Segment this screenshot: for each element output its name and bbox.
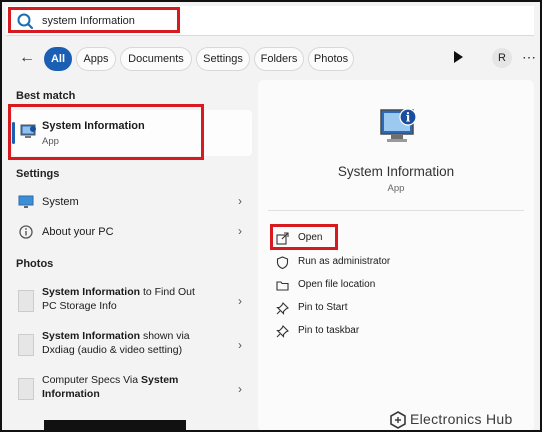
preview-subtitle: App [387,183,405,194]
search-input[interactable] [42,12,342,30]
svg-text:i: i [406,111,411,125]
preview-title: System Information [337,164,455,179]
run-as-admin-action[interactable]: Run as administrator [276,254,496,272]
play-icon[interactable] [454,51,463,63]
tab-documents[interactable]: Documents [120,47,192,71]
start-search-window: ← All Apps Documents Settings Folders Ph… [0,0,542,432]
back-arrow-icon[interactable]: ← [16,48,38,70]
monitor-icon [18,195,34,208]
pin-icon [276,325,289,338]
photo-title-line2: Dxdiag (audio & video setting) [42,344,183,356]
settings-item-system[interactable]: System › [12,188,252,216]
chevron-right-icon: › [238,338,242,352]
photo-result-item[interactable]: Computer Specs Via System Information › [12,370,252,410]
selection-indicator [12,122,15,144]
watermark: Electronics Hub [390,410,538,430]
photo-title-line2: Information [42,388,100,400]
photo-title-bold: System [141,374,179,386]
settings-item-label: System [42,196,79,208]
action-label: Pin to taskbar [298,325,360,336]
tab-settings[interactable]: Settings [196,47,250,71]
action-label: Open [298,232,323,243]
best-match-item[interactable]: System Information App [12,110,252,156]
cropped-overlay [44,420,186,430]
photo-thumbnail [18,334,34,356]
photo-title-rest: to Find Out [140,286,195,298]
search-bar[interactable] [6,6,534,36]
avatar[interactable]: R [492,48,512,68]
preview-pane: i System Information App Open Run as adm… [258,80,534,430]
photo-title-line2: PC Storage Info [42,300,117,312]
pin-to-taskbar-action[interactable]: Pin to taskbar [276,323,496,341]
chevron-right-icon: › [238,294,242,308]
action-label: Run as administrator [298,256,391,267]
divider [268,210,524,211]
electronics-hub-logo-icon [390,411,406,429]
action-label: Open file location [298,279,376,290]
settings-item-about[interactable]: About your PC › [12,218,252,246]
filter-bar: ← All Apps Documents Settings Folders Ph… [10,44,536,74]
search-icon [17,13,34,30]
photo-result-item[interactable]: System Information to Find Out PC Storag… [12,282,252,322]
info-circle-icon [19,225,33,239]
chevron-right-icon: › [238,224,242,238]
photos-heading: Photos [16,258,54,270]
pin-to-start-action[interactable]: Pin to Start [276,300,496,318]
system-information-icon: i [380,108,417,142]
tab-folders[interactable]: Folders [254,47,304,71]
results-list: Best match System Information App Settin… [6,80,252,430]
open-action[interactable]: Open [276,230,496,248]
pin-icon [276,302,289,315]
tab-apps[interactable]: Apps [76,47,116,71]
photo-title-bold: System Information [42,330,141,342]
watermark-text: Electronics Hub [410,411,513,427]
photo-thumbnail [18,378,34,400]
chevron-right-icon: › [238,194,242,208]
settings-item-label: About your PC [42,226,114,238]
photo-result-item[interactable]: System Information shown via Dxdiag (aud… [12,326,252,366]
more-options-icon[interactable]: ⋯ [522,46,536,70]
photo-title-rest: Computer Specs Via [42,374,142,386]
folder-icon [276,281,289,291]
tab-photos[interactable]: Photos [308,47,354,71]
action-label: Pin to Start [298,302,348,313]
best-match-heading: Best match [16,90,76,102]
shield-icon [276,256,289,269]
external-link-icon [276,232,289,245]
photo-title-bold: System Information [42,286,141,298]
photo-thumbnail [18,290,34,312]
best-match-subtitle: App [42,136,59,147]
best-match-title: System Information [42,120,145,132]
settings-heading: Settings [16,168,60,180]
system-information-icon [20,124,36,138]
tab-all[interactable]: All [44,47,72,71]
photo-title-rest: shown via [140,330,190,342]
chevron-right-icon: › [238,382,242,396]
open-file-location-action[interactable]: Open file location [276,277,496,295]
